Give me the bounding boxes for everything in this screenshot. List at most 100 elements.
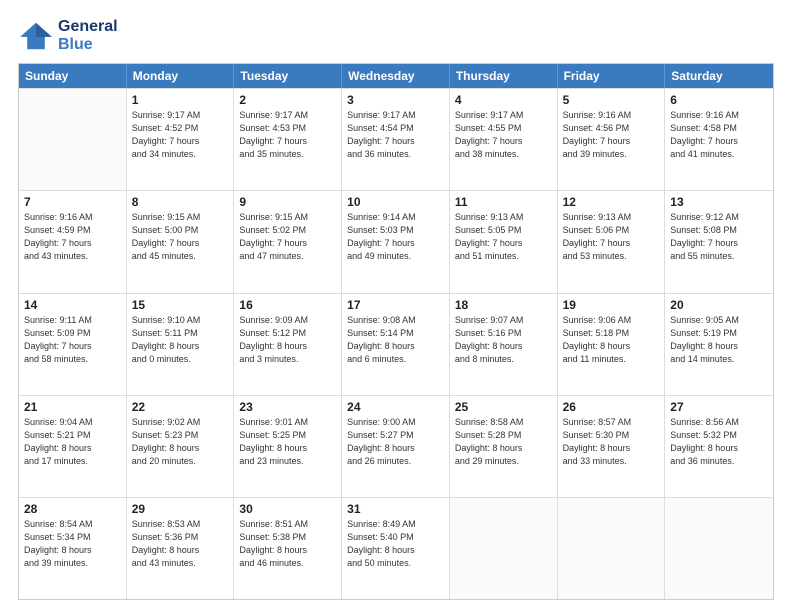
day-number: 9 [239,195,336,209]
day-info: Sunrise: 8:51 AM Sunset: 5:38 PM Dayligh… [239,518,336,570]
day-number: 28 [24,502,121,516]
header-day-saturday: Saturday [665,64,773,88]
header-day-thursday: Thursday [450,64,558,88]
cal-cell: 7 Sunrise: 9:16 AM Sunset: 4:59 PM Daylig… [19,191,127,292]
cal-cell: 10 Sunrise: 9:14 AM Sunset: 5:03 PM Dayli… [342,191,450,292]
cal-cell: 11 Sunrise: 9:13 AM Sunset: 5:05 PM Dayli… [450,191,558,292]
day-info: Sunrise: 9:13 AM Sunset: 5:05 PM Dayligh… [455,211,552,263]
cal-cell: 24 Sunrise: 9:00 AM Sunset: 5:27 PM Dayli… [342,396,450,497]
calendar-body: 1 Sunrise: 9:17 AM Sunset: 4:52 PM Daylig… [19,88,773,599]
day-info: Sunrise: 9:16 AM Sunset: 4:56 PM Dayligh… [563,109,660,161]
day-number: 11 [455,195,552,209]
day-number: 15 [132,298,229,312]
day-number: 31 [347,502,444,516]
cal-cell: 14 Sunrise: 9:11 AM Sunset: 5:09 PM Dayli… [19,294,127,395]
cal-cell: 30 Sunrise: 8:51 AM Sunset: 5:38 PM Dayli… [234,498,342,599]
day-info: Sunrise: 9:17 AM Sunset: 4:52 PM Dayligh… [132,109,229,161]
cal-cell: 6 Sunrise: 9:16 AM Sunset: 4:58 PM Daylig… [665,89,773,190]
cal-cell: 12 Sunrise: 9:13 AM Sunset: 5:06 PM Dayli… [558,191,666,292]
day-number: 23 [239,400,336,414]
week-row-5: 28Sunrise: 8:54 AM Sunset: 5:34 PM Dayli… [19,497,773,599]
cal-cell: 17 Sunrise: 9:08 AM Sunset: 5:14 PM Dayli… [342,294,450,395]
cal-cell: 9 Sunrise: 9:15 AM Sunset: 5:02 PM Daylig… [234,191,342,292]
day-number: 12 [563,195,660,209]
cal-cell: 23Sunrise: 9:01 AM Sunset: 5:25 PM Dayli… [234,396,342,497]
cal-cell [665,498,773,599]
cal-cell: 19 Sunrise: 9:06 AM Sunset: 5:18 PM Dayli… [558,294,666,395]
cal-cell: 25Sunrise: 8:58 AM Sunset: 5:28 PM Dayli… [450,396,558,497]
cal-cell: 5 Sunrise: 9:16 AM Sunset: 4:56 PM Daylig… [558,89,666,190]
cal-cell [558,498,666,599]
day-number: 7 [24,195,121,209]
day-info: Sunrise: 9:12 AM Sunset: 5:08 PM Dayligh… [670,211,768,263]
cal-cell: 1 Sunrise: 9:17 AM Sunset: 4:52 PM Daylig… [127,89,235,190]
cal-cell: 27 Sunrise: 8:56 AM Sunset: 5:32 PM Dayli… [665,396,773,497]
day-info: Sunrise: 8:53 AM Sunset: 5:36 PM Dayligh… [132,518,229,570]
day-info: Sunrise: 9:14 AM Sunset: 5:03 PM Dayligh… [347,211,444,263]
day-info: Sunrise: 8:56 AM Sunset: 5:32 PM Dayligh… [670,416,768,468]
day-number: 2 [239,93,336,107]
day-number: 20 [670,298,768,312]
day-info: Sunrise: 9:13 AM Sunset: 5:06 PM Dayligh… [563,211,660,263]
day-info: Sunrise: 9:02 AM Sunset: 5:23 PM Dayligh… [132,416,229,468]
day-number: 24 [347,400,444,414]
day-info: Sunrise: 9:08 AM Sunset: 5:14 PM Dayligh… [347,314,444,366]
day-number: 26 [563,400,660,414]
day-number: 18 [455,298,552,312]
day-number: 27 [670,400,768,414]
cal-cell: 18Sunrise: 9:07 AM Sunset: 5:16 PM Dayli… [450,294,558,395]
header-day-friday: Friday [558,64,666,88]
day-info: Sunrise: 9:09 AM Sunset: 5:12 PM Dayligh… [239,314,336,366]
page: General Blue SundayMondayTuesdayWednesda… [0,0,792,612]
day-info: Sunrise: 9:15 AM Sunset: 5:00 PM Dayligh… [132,211,229,263]
week-row-4: 21 Sunrise: 9:04 AM Sunset: 5:21 PM Dayli… [19,395,773,497]
day-info: Sunrise: 9:11 AM Sunset: 5:09 PM Dayligh… [24,314,121,366]
cal-cell: 20 Sunrise: 9:05 AM Sunset: 5:19 PM Dayli… [665,294,773,395]
day-number: 3 [347,93,444,107]
cal-cell: 8Sunrise: 9:15 AM Sunset: 5:00 PM Daylig… [127,191,235,292]
day-number: 30 [239,502,336,516]
header-day-sunday: Sunday [19,64,127,88]
logo-icon [18,21,54,51]
calendar: SundayMondayTuesdayWednesdayThursdayFrid… [18,63,774,600]
day-number: 5 [563,93,660,107]
day-number: 6 [670,93,768,107]
day-number: 14 [24,298,121,312]
day-info: Sunrise: 9:06 AM Sunset: 5:18 PM Dayligh… [563,314,660,366]
day-number: 1 [132,93,229,107]
cal-cell: 26 Sunrise: 8:57 AM Sunset: 5:30 PM Dayli… [558,396,666,497]
cal-cell: 29Sunrise: 8:53 AM Sunset: 5:36 PM Dayli… [127,498,235,599]
cal-cell: 2Sunrise: 9:17 AM Sunset: 4:53 PM Daylig… [234,89,342,190]
cal-cell: 3 Sunrise: 9:17 AM Sunset: 4:54 PM Daylig… [342,89,450,190]
header: General Blue [18,18,774,53]
day-info: Sunrise: 9:17 AM Sunset: 4:55 PM Dayligh… [455,109,552,161]
day-number: 19 [563,298,660,312]
day-info: Sunrise: 9:04 AM Sunset: 5:21 PM Dayligh… [24,416,121,468]
day-info: Sunrise: 8:57 AM Sunset: 5:30 PM Dayligh… [563,416,660,468]
logo-text: General Blue [58,18,118,53]
day-info: Sunrise: 9:10 AM Sunset: 5:11 PM Dayligh… [132,314,229,366]
day-number: 17 [347,298,444,312]
cal-cell [19,89,127,190]
cal-cell: 15 Sunrise: 9:10 AM Sunset: 5:11 PM Dayli… [127,294,235,395]
day-number: 22 [132,400,229,414]
header-day-tuesday: Tuesday [234,64,342,88]
day-info: Sunrise: 9:00 AM Sunset: 5:27 PM Dayligh… [347,416,444,468]
logo: General Blue [18,18,118,53]
cal-cell: 28Sunrise: 8:54 AM Sunset: 5:34 PM Dayli… [19,498,127,599]
day-info: Sunrise: 9:17 AM Sunset: 4:54 PM Dayligh… [347,109,444,161]
cal-cell: 31Sunrise: 8:49 AM Sunset: 5:40 PM Dayli… [342,498,450,599]
cal-cell: 16Sunrise: 9:09 AM Sunset: 5:12 PM Dayli… [234,294,342,395]
day-info: Sunrise: 9:16 AM Sunset: 4:59 PM Dayligh… [24,211,121,263]
day-number: 21 [24,400,121,414]
day-info: Sunrise: 9:16 AM Sunset: 4:58 PM Dayligh… [670,109,768,161]
day-info: Sunrise: 9:15 AM Sunset: 5:02 PM Dayligh… [239,211,336,263]
cal-cell [450,498,558,599]
cal-cell: 21 Sunrise: 9:04 AM Sunset: 5:21 PM Dayli… [19,396,127,497]
header-day-wednesday: Wednesday [342,64,450,88]
day-info: Sunrise: 8:58 AM Sunset: 5:28 PM Dayligh… [455,416,552,468]
week-row-1: 1 Sunrise: 9:17 AM Sunset: 4:52 PM Daylig… [19,88,773,190]
day-info: Sunrise: 9:05 AM Sunset: 5:19 PM Dayligh… [670,314,768,366]
header-day-monday: Monday [127,64,235,88]
day-number: 10 [347,195,444,209]
